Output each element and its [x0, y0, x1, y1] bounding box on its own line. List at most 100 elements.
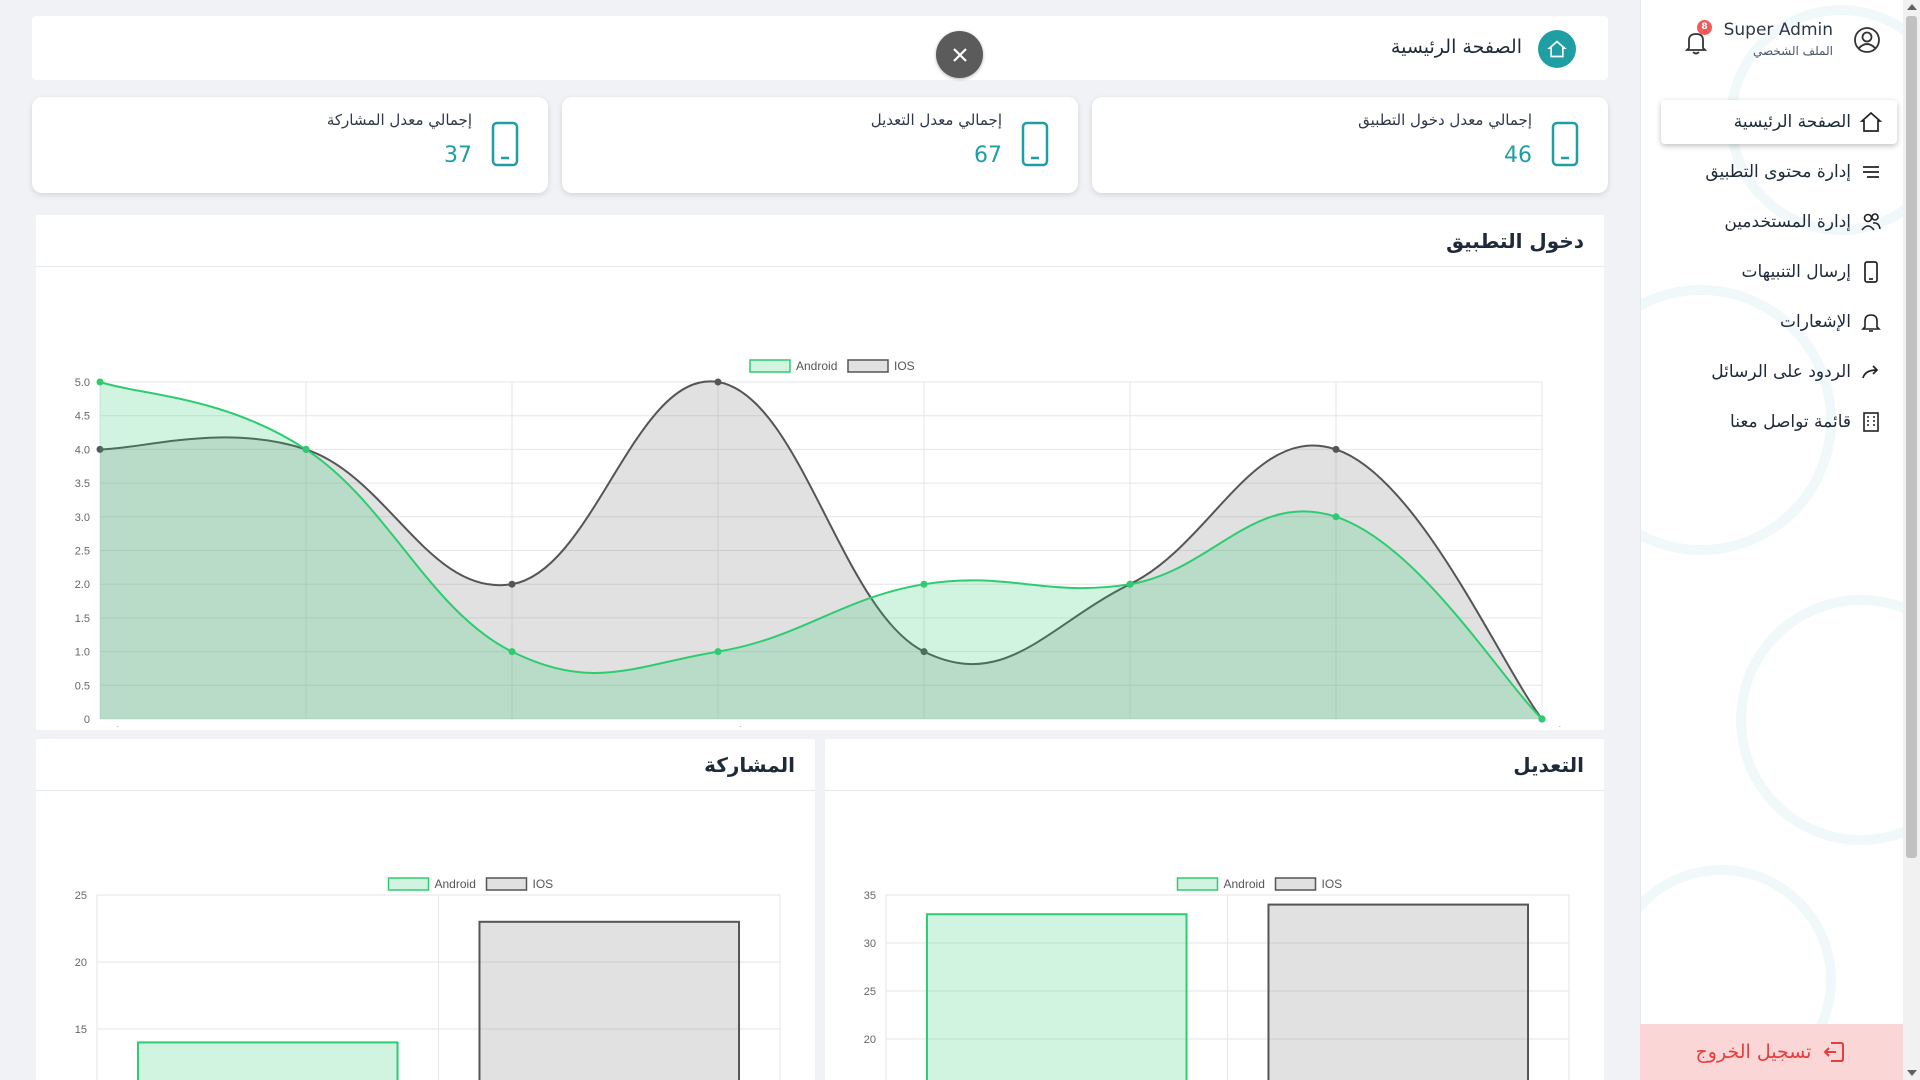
- sidebar-item-send-alerts[interactable]: إرسال التنبيهات: [1661, 250, 1897, 294]
- profile-name: Super Admin: [1723, 20, 1833, 40]
- bar: [136, 1041, 399, 1080]
- data-point: [1538, 715, 1546, 723]
- reply-arrow-icon: [1862, 365, 1879, 379]
- profile-link[interactable]: الملف الشخصي: [1753, 44, 1833, 58]
- data-point: [920, 580, 928, 588]
- stat-value: 46: [1504, 143, 1532, 168]
- legend-label: Android: [435, 877, 476, 891]
- phone-icon: [1864, 261, 1878, 283]
- stat-card-app-entry: إجمالي معدل دخول التطبيق 46: [1092, 97, 1608, 193]
- legend-swatch: [485, 877, 528, 891]
- profile-block[interactable]: Super Admin الملف الشخصي 8: [1651, 18, 1881, 68]
- page-title: الصفحة الرئيسية: [1390, 36, 1522, 58]
- panel-title: المشاركة: [704, 753, 795, 777]
- building-icon: [1863, 412, 1879, 432]
- stat-card-share: إجمالي معدل المشاركة 37: [32, 97, 548, 193]
- y-tick-label: 20: [864, 1034, 876, 1046]
- y-tick-label: 30: [864, 938, 876, 950]
- logout-label: تسجيل الخروج: [1695, 1041, 1812, 1063]
- home-icon: [1859, 111, 1883, 132]
- sidebar-item-label: إرسال التنبيهات: [1741, 262, 1851, 282]
- scroll-down-arrow-icon[interactable]: [1907, 1070, 1917, 1076]
- close-icon: [952, 47, 967, 62]
- bar: [925, 913, 1188, 1080]
- sidebar-item-label: قائمة تواصل معنا: [1730, 412, 1851, 432]
- panel-header: دخول التطبيق: [36, 215, 1604, 267]
- y-tick-label: 0.5: [75, 680, 90, 692]
- sidebar-item-users[interactable]: إدارة المستخدمين: [1661, 200, 1897, 244]
- user-circle-icon: [1854, 27, 1880, 53]
- scroll-up-arrow-icon[interactable]: [1907, 4, 1917, 10]
- phone-icon: [491, 121, 519, 167]
- y-tick-label: 5.0: [75, 377, 90, 389]
- legend-swatch: [387, 877, 430, 891]
- sidebar-item-contact-list[interactable]: قائمة تواصل معنا: [1661, 400, 1897, 444]
- home-badge: [1538, 30, 1576, 68]
- stat-title: إجمالي معدل دخول التطبيق: [1358, 111, 1532, 129]
- data-point: [302, 445, 310, 453]
- y-tick-label: 1.0: [75, 647, 90, 659]
- panel-title: التعديل: [1513, 753, 1584, 777]
- page-scrollbar[interactable]: [1903, 0, 1920, 1080]
- data-point: [508, 648, 516, 656]
- sidebar-item-label: الصفحة الرئيسية: [1733, 112, 1851, 132]
- y-tick-label: 2.5: [75, 546, 90, 558]
- y-tick-label: 25: [75, 890, 87, 902]
- y-tick-label: 20: [75, 957, 87, 969]
- legend-label: IOS: [894, 359, 915, 373]
- bar: [478, 920, 741, 1080]
- sidebar-item-replies[interactable]: الردود على الرسائل: [1661, 350, 1897, 394]
- data-point: [714, 648, 722, 656]
- edit-chart: 1520253035AndroidIOS: [864, 877, 1570, 1080]
- notification-badge: 8: [1697, 20, 1712, 35]
- y-tick-label: 1.5: [75, 613, 90, 625]
- y-tick-label: 4.0: [75, 444, 90, 456]
- sidebar-item-notifications[interactable]: الإشعارات: [1661, 300, 1897, 344]
- x-tick-label: الأحد 06/16: [74, 726, 127, 727]
- legend-label: Android: [1224, 877, 1265, 891]
- panel-header: التعديل: [825, 739, 1604, 791]
- app-entry-panel: دخول التطبيق 0 0.5 1.0 1.5 2.0 2.5 3.0 3.5 4.0 4.…: [36, 215, 1604, 730]
- sidebar-item-home[interactable]: الصفحة الرئيسية: [1661, 100, 1897, 144]
- y-tick-label: 35: [864, 890, 876, 902]
- sidebar-nav: الصفحة الرئيسية إدارة محتوى التطبيق إدار…: [1661, 100, 1897, 450]
- sidebar: Super Admin الملف الشخصي 8 الصفحة الرئيس…: [1640, 0, 1904, 1080]
- sidebar-item-label: إدارة محتوى التطبيق: [1705, 162, 1851, 182]
- app-entry-chart: 0 0.5 1.0 1.5 2.0 2.5 3.0 3.5 4.0 4.5 5.0 الأحد 06/…: [74, 359, 1569, 727]
- legend-label: Android: [796, 359, 837, 373]
- legend-label: IOS: [1322, 877, 1343, 891]
- legend-swatch: [749, 359, 791, 373]
- phone-icon: [1551, 121, 1579, 167]
- bell-icon: [1861, 314, 1881, 332]
- y-tick-label: 3.5: [75, 478, 90, 490]
- legend-swatch: [847, 359, 889, 373]
- menu-lines-icon: [1863, 166, 1879, 178]
- y-tick-label: 15: [75, 1024, 87, 1036]
- y-tick-label: 4.5: [75, 411, 90, 423]
- share-panel: المشاركة 10152025AndroidIOS: [36, 739, 815, 1080]
- data-point: [1332, 513, 1340, 521]
- data-point: [714, 378, 722, 386]
- page-header: الصفحة الرئيسية: [32, 16, 1608, 80]
- home-icon: [1547, 40, 1567, 58]
- stat-card-edit: إجمالي معدل التعديل 67: [562, 97, 1078, 193]
- users-icon: [1861, 213, 1881, 231]
- data-point: [508, 580, 516, 588]
- legend-swatch: [1176, 877, 1219, 891]
- logout-button[interactable]: تسجيل الخروج: [1640, 1024, 1903, 1080]
- stat-title: إجمالي معدل المشاركة: [326, 111, 472, 129]
- data-point: [1332, 445, 1340, 453]
- y-tick-label: 2.0: [75, 579, 90, 591]
- legend-swatch: [1274, 877, 1317, 891]
- sidebar-item-label: إدارة المستخدمين: [1724, 212, 1851, 232]
- sidebar-item-app-content[interactable]: إدارة محتوى التطبيق: [1661, 150, 1897, 194]
- y-tick-label: 3.0: [75, 512, 90, 524]
- scroll-thumb[interactable]: [1906, 16, 1917, 858]
- sidebar-item-label: الردود على الرسائل: [1711, 362, 1851, 382]
- phone-icon: [1021, 121, 1049, 167]
- stat-title: إجمالي معدل التعديل: [870, 111, 1002, 129]
- close-button[interactable]: [936, 31, 983, 78]
- panel-header: المشاركة: [36, 739, 815, 791]
- bar: [1267, 903, 1530, 1080]
- data-point: [1126, 580, 1134, 588]
